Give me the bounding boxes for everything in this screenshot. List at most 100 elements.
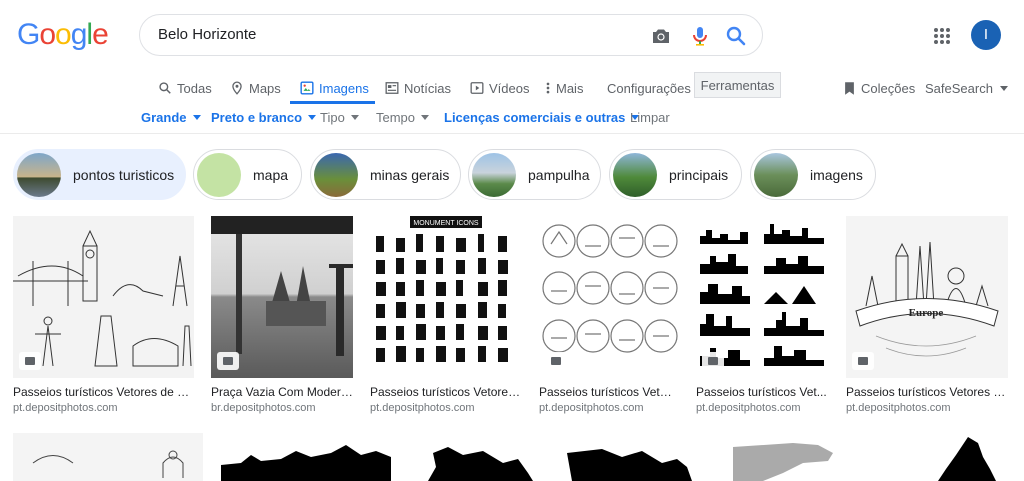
microphone-icon[interactable] — [688, 24, 712, 48]
chip-label: principais — [669, 166, 729, 183]
result-source[interactable]: pt.depositphotos.com — [370, 402, 522, 414]
camera-icon[interactable] — [649, 24, 673, 48]
chip-label: imagens — [810, 166, 863, 183]
image-result[interactable]: MONUMENT ICONS Passeios turísticos Vetor… — [370, 216, 522, 414]
monument-icons-image: MONUMENT ICONS — [370, 216, 522, 362]
result-source[interactable]: pt.depositphotos.com — [13, 402, 194, 414]
result-thumbnail: Europe — [846, 216, 1008, 378]
search-input[interactable] — [158, 26, 618, 43]
tab-label: Vídeos — [489, 80, 530, 96]
chip-label: minas gerais — [370, 166, 450, 183]
chip-thumbnail — [754, 152, 798, 197]
result-title[interactable]: Passeios turísticos Vet... — [696, 385, 829, 399]
logo-letter: G — [17, 18, 40, 51]
tab-configuracoes[interactable]: Configurações — [607, 72, 691, 104]
related-chip[interactable]: principais — [609, 149, 742, 200]
result-title[interactable]: Passeios turísticos Vetor... — [539, 385, 678, 399]
logo-letter: o — [39, 18, 56, 51]
clear-filters-link[interactable]: Limpar — [630, 110, 670, 125]
tools-button[interactable]: Ferramentas — [694, 72, 781, 98]
image-result[interactable]: Passeios turísticos Vetor... pt.depositp… — [539, 216, 678, 414]
chevron-down-icon — [999, 85, 1008, 91]
image-result[interactable]: Passeios turísticos Vet... pt.depositpho… — [696, 216, 829, 414]
filter-label: Tipo — [320, 110, 345, 125]
chevron-down-icon — [350, 115, 359, 120]
filter-label: Preto e branco — [211, 110, 303, 125]
result-title[interactable]: Passeios turísticos Vetores de St... — [13, 385, 194, 399]
image-result[interactable] — [13, 433, 203, 481]
tab-label: Imagens — [319, 80, 369, 96]
result-source[interactable]: pt.depositphotos.com — [539, 402, 678, 414]
tab-label: Todas — [177, 80, 212, 96]
filter-label: Tempo — [376, 110, 416, 125]
related-chip[interactable]: pampulha — [468, 149, 601, 200]
related-chip[interactable]: pontos turisticos — [13, 149, 186, 200]
europe-banner-text: Europe — [909, 307, 944, 319]
chip-thumbnail — [197, 152, 241, 197]
filter-color[interactable]: Preto e branco — [211, 110, 317, 125]
image-badge-icon — [702, 352, 724, 370]
avatar[interactable]: I — [971, 20, 1001, 50]
chip-label: pampulha — [528, 166, 590, 183]
related-chip[interactable]: minas gerais — [310, 149, 461, 200]
image-badge-icon — [852, 352, 874, 370]
chevron-down-icon — [421, 115, 430, 120]
image-badge-icon — [545, 352, 567, 370]
filter-type[interactable]: Tipo — [320, 110, 359, 125]
filter-label: Licenças comerciais e outras — [444, 110, 626, 125]
related-chip[interactable]: mapa — [193, 149, 302, 200]
image-result[interactable] — [408, 433, 545, 481]
tab-label: Notícias — [404, 80, 451, 96]
filter-license[interactable]: Licenças comerciais e outras — [444, 110, 640, 125]
image-result[interactable] — [562, 433, 705, 481]
chip-thumbnail — [17, 152, 61, 197]
filter-time[interactable]: Tempo — [376, 110, 430, 125]
image-result[interactable]: Praça Vazia Com Modern... br.depositphot… — [211, 216, 353, 414]
logo-letter: o — [55, 18, 72, 51]
result-title[interactable]: Passeios turísticos Vetores d... — [846, 385, 1008, 399]
google-logo[interactable]: Google — [17, 18, 109, 52]
tab-imagens[interactable]: Imagens — [300, 72, 369, 104]
chevron-down-icon — [308, 115, 317, 120]
image-result[interactable] — [723, 433, 862, 481]
tab-noticias[interactable]: Notícias — [385, 72, 451, 104]
collections-button[interactable]: Coleções — [843, 72, 915, 104]
result-title[interactable]: Passeios turísticos Vetores... — [370, 385, 522, 399]
tab-videos[interactable]: Vídeos — [470, 72, 529, 104]
safesearch-label: SafeSearch — [925, 80, 993, 96]
result-source[interactable]: br.depositphotos.com — [211, 402, 353, 414]
bookmark-icon — [845, 81, 854, 95]
result-source[interactable]: pt.depositphotos.com — [846, 402, 1008, 414]
more-vert-icon — [546, 82, 550, 94]
tab-mais[interactable]: Mais — [545, 72, 583, 104]
image-badge-icon — [19, 352, 41, 370]
active-tab-indicator — [290, 101, 375, 104]
monument-icons-title: MONUMENT ICONS — [413, 220, 479, 227]
map-silhouette-image — [733, 443, 833, 481]
filter-size[interactable]: Grande — [141, 110, 201, 125]
result-thumbnail — [696, 216, 829, 378]
map-pin-icon — [232, 81, 242, 95]
video-icon — [470, 82, 484, 94]
apps-grid-icon[interactable] — [933, 27, 951, 45]
image-result[interactable] — [878, 433, 1008, 481]
skyline-silhouette-image — [221, 445, 391, 481]
map-silhouette-image — [428, 447, 533, 481]
search-icon — [159, 82, 171, 94]
image-result[interactable]: Passeios turísticos Vetores de St... pt.… — [13, 216, 194, 414]
news-icon — [385, 82, 399, 94]
tab-todas[interactable]: Todas — [158, 72, 212, 104]
safesearch-button[interactable]: SafeSearch — [925, 72, 1008, 104]
search-icon[interactable] — [724, 24, 748, 48]
result-title[interactable]: Praça Vazia Com Modern... — [211, 385, 353, 399]
related-chip[interactable]: imagens — [750, 149, 876, 200]
map-silhouette-image — [567, 449, 692, 481]
search-box[interactable] — [139, 14, 763, 56]
landmarks-sketch-image — [32, 450, 184, 478]
result-thumbnail — [13, 216, 194, 378]
result-source[interactable]: pt.depositphotos.com — [696, 402, 829, 414]
tab-maps[interactable]: Maps — [230, 72, 281, 104]
image-result[interactable] — [221, 433, 391, 481]
header-divider — [0, 133, 1024, 134]
image-result[interactable]: Europe Passeios turísticos Vetores d... … — [846, 216, 1008, 414]
